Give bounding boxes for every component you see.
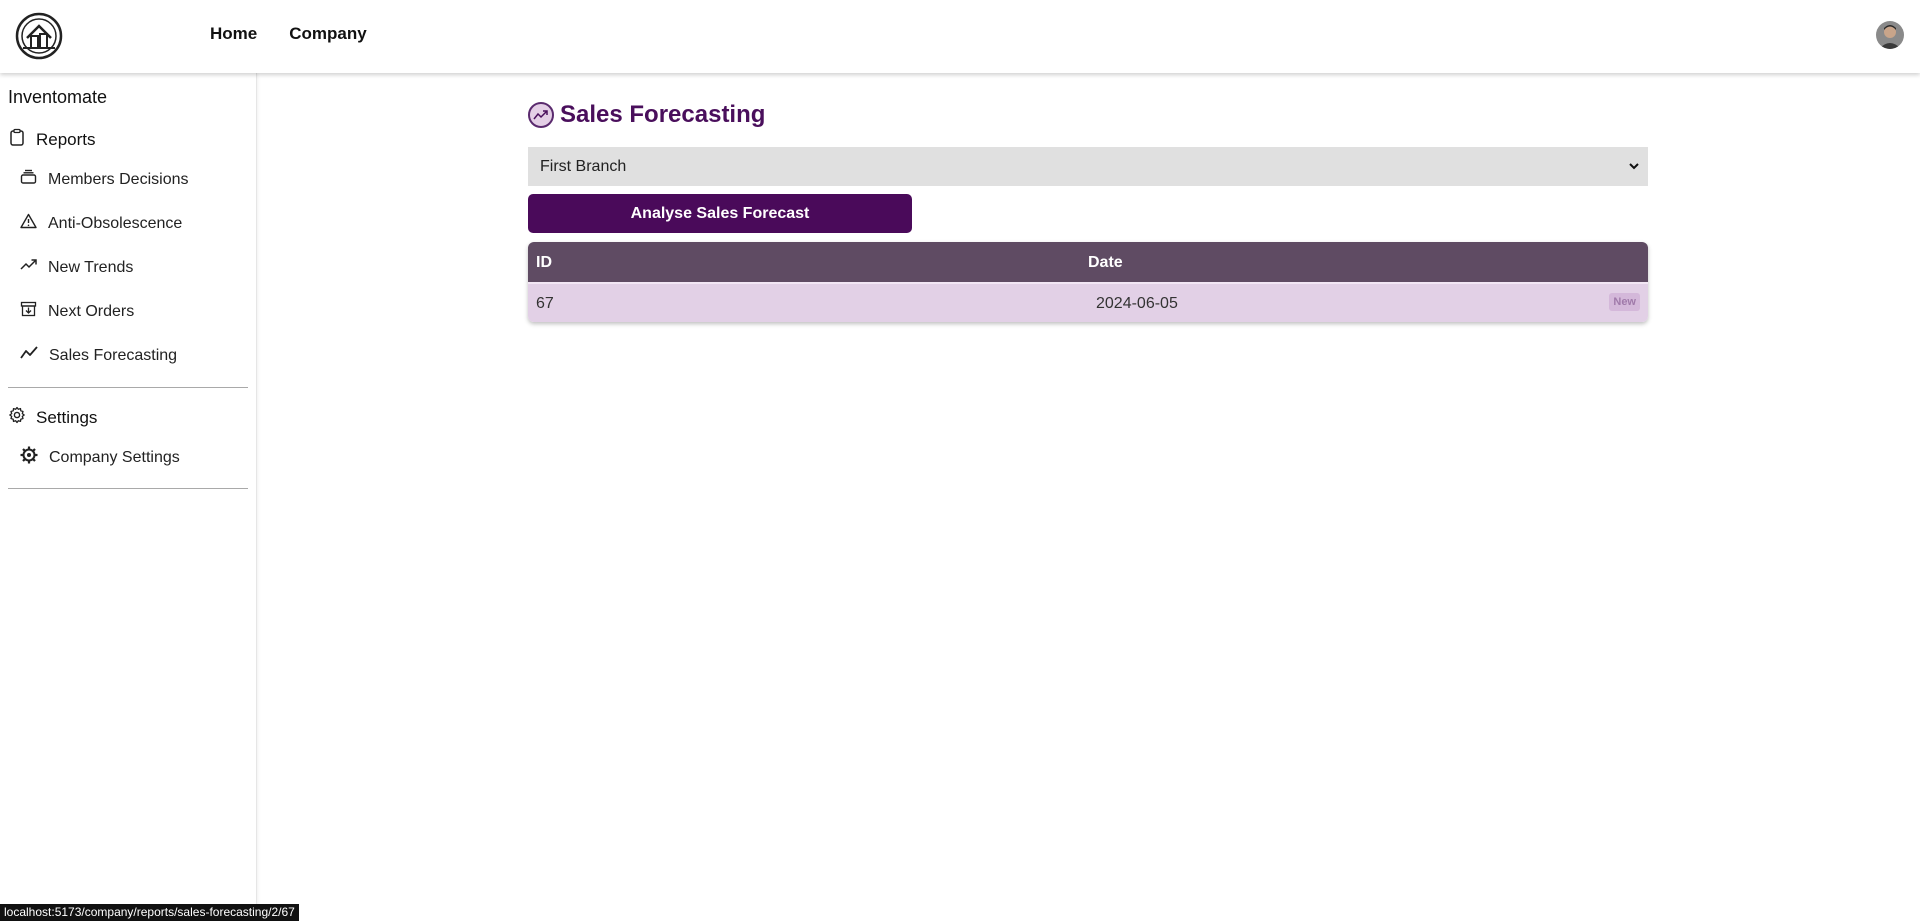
sidebar-item-label: Members Decisions [48, 170, 189, 188]
sidebar-item-label: Sales Forecasting [49, 346, 178, 364]
sidebar-item-label: Company Settings [49, 448, 180, 466]
sidebar-divider [8, 387, 248, 388]
sidebar-item-new-trends[interactable]: New Trends [20, 257, 133, 278]
sidebar-item-next-orders[interactable]: Next Orders [20, 301, 134, 322]
trending-up-icon [528, 102, 554, 128]
sidebar-item-company-settings[interactable]: Company Settings [20, 446, 180, 469]
sidebar-item-label: Anti-Obsolescence [48, 214, 183, 232]
cell-date: 2024-06-05 [1096, 295, 1178, 312]
user-avatar[interactable] [1876, 21, 1904, 49]
sidebar-divider [8, 488, 248, 489]
sidebar-section-label: Reports [36, 129, 96, 149]
table-header: ID Date [528, 242, 1648, 282]
nav-home-link[interactable]: Home [210, 24, 257, 44]
page-title: Sales Forecasting [528, 101, 765, 129]
branch-select-value: First Branch [540, 157, 627, 175]
top-nav: Home Company [210, 24, 367, 44]
gear-icon [8, 406, 26, 429]
column-header-date: Date [1088, 254, 1123, 271]
sidebar-item-label: New Trends [48, 258, 134, 276]
sidebar: Inventomate Reports Members Decisions An… [0, 73, 257, 921]
page-title-text: Sales Forecasting [560, 101, 766, 128]
app-name: Inventomate [8, 87, 108, 107]
house-logo-icon[interactable] [15, 12, 63, 60]
sidebar-item-sales-forecasting[interactable]: Sales Forecasting [20, 345, 177, 366]
sidebar-section-settings[interactable]: Settings [8, 406, 97, 429]
branch-select[interactable]: First Branch [528, 147, 1648, 186]
chevron-down-icon [1628, 159, 1640, 177]
trending-up-icon [20, 257, 37, 278]
top-navbar: Home Company [0, 0, 1920, 73]
sidebar-item-label: Next Orders [48, 302, 135, 320]
clipboard-icon [8, 128, 26, 151]
table-row[interactable]: 67 2024-06-05 New [528, 282, 1648, 322]
cog-icon [20, 446, 38, 469]
sidebar-item-anti-obsolescence[interactable]: Anti-Obsolescence [20, 213, 182, 234]
sidebar-section-reports[interactable]: Reports [8, 128, 96, 151]
forecast-table: ID Date 67 2024-06-05 New [528, 242, 1648, 322]
nav-company-link[interactable]: Company [289, 24, 366, 44]
analyse-sales-forecast-button[interactable]: Analyse Sales Forecast [528, 194, 912, 233]
cell-id: 67 [536, 295, 554, 312]
sidebar-item-members-decisions[interactable]: Members Decisions [20, 169, 188, 190]
sidebar-section-label: Settings [36, 407, 98, 427]
status-bar-url: localhost:5173/company/reports/sales-for… [0, 904, 299, 921]
status-badge: New [1609, 293, 1640, 311]
archive-down-icon [20, 301, 37, 322]
column-header-id: ID [536, 254, 552, 271]
line-chart-icon [20, 345, 38, 366]
layers-icon [20, 169, 37, 190]
warning-icon [20, 213, 37, 234]
